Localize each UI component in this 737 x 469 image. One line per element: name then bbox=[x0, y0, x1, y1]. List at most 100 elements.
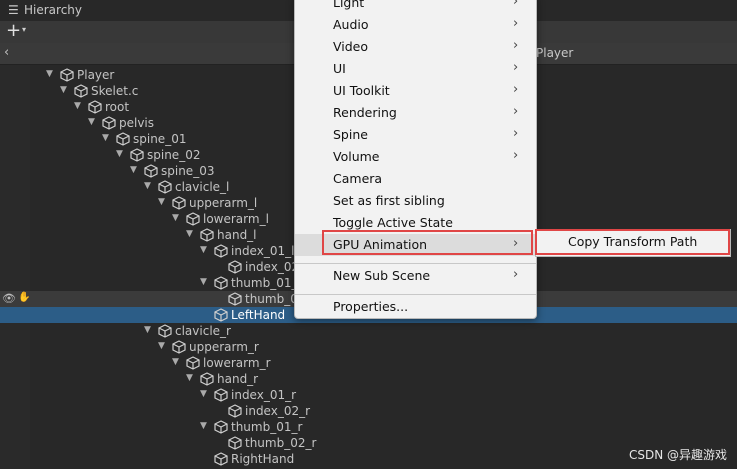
menu-item[interactable]: Properties... bbox=[295, 296, 536, 318]
row-label: LeftHand bbox=[231, 308, 286, 322]
menu-item[interactable]: Camera bbox=[295, 168, 536, 190]
back-arrow-icon[interactable]: ‹ bbox=[4, 45, 9, 60]
hierarchy-row[interactable]: ▼ thumb_01_r bbox=[0, 419, 737, 435]
expand-arrow-icon[interactable]: ▼ bbox=[158, 197, 165, 207]
row-label: spine_02 bbox=[147, 148, 201, 162]
expand-arrow-icon[interactable]: ▼ bbox=[158, 341, 165, 351]
row-label: thumb_02_r bbox=[245, 436, 317, 450]
hamburger-menu-icon[interactable]: ☰ bbox=[8, 3, 19, 17]
row-label: lowerarm_r bbox=[203, 356, 271, 370]
menu-separator bbox=[295, 294, 536, 295]
context-menu: Light › Audio › Video › UI › UI Toolkit › Renderin… bbox=[294, 0, 537, 319]
expand-arrow-icon[interactable]: ▼ bbox=[200, 245, 207, 255]
gameobject-cube-icon bbox=[102, 116, 116, 130]
gameobject-cube-icon bbox=[186, 356, 200, 370]
gameobject-cube-icon bbox=[214, 452, 228, 466]
chevron-down-icon[interactable]: ▾ bbox=[22, 25, 26, 34]
gameobject-cube-icon bbox=[186, 212, 200, 226]
row-label: thumb_01_l bbox=[231, 276, 301, 290]
gameobject-cube-icon bbox=[200, 228, 214, 242]
menu-item[interactable]: UI › bbox=[295, 58, 536, 80]
gameobject-cube-icon bbox=[60, 68, 74, 82]
expand-arrow-icon[interactable]: ▼ bbox=[74, 101, 81, 111]
hierarchy-row[interactable]: ▼ clavicle_r bbox=[0, 323, 737, 339]
row-label: Player bbox=[77, 68, 115, 82]
menu-item-label: Set as first sibling bbox=[333, 193, 445, 208]
window-title: Hierarchy bbox=[24, 3, 83, 17]
expand-arrow-icon[interactable]: ▼ bbox=[116, 149, 123, 159]
submenu-arrow-icon: › bbox=[513, 104, 519, 119]
row-label: Skelet.c bbox=[91, 84, 139, 98]
expand-arrow-icon[interactable]: ▼ bbox=[200, 421, 207, 431]
expand-arrow-icon[interactable]: ▼ bbox=[88, 117, 95, 127]
gameobject-cube-icon bbox=[214, 244, 228, 258]
row-label: hand_l bbox=[217, 228, 257, 242]
gameobject-cube-icon bbox=[130, 148, 144, 162]
menu-item-label: New Sub Scene bbox=[333, 268, 431, 283]
add-icon[interactable]: + bbox=[6, 21, 21, 41]
visibility-eye-icon[interactable]: 👁 bbox=[2, 292, 16, 305]
expand-arrow-icon[interactable]: ▼ bbox=[172, 357, 179, 367]
highlight-box-gpu-animation bbox=[322, 230, 533, 255]
menu-item[interactable]: Set as first sibling bbox=[295, 190, 536, 212]
submenu-arrow-icon: › bbox=[513, 82, 519, 97]
submenu-arrow-icon: › bbox=[513, 16, 519, 31]
row-label: index_02_r bbox=[245, 404, 311, 418]
menu-item[interactable]: Rendering › bbox=[295, 102, 536, 124]
gameobject-cube-icon bbox=[228, 292, 242, 306]
gameobject-cube-icon bbox=[74, 84, 88, 98]
expand-arrow-icon[interactable]: ▼ bbox=[186, 229, 193, 239]
expand-arrow-icon[interactable]: ▼ bbox=[200, 389, 207, 399]
expand-arrow-icon[interactable]: ▼ bbox=[46, 69, 53, 79]
row-label: index_01_l bbox=[231, 244, 295, 258]
menu-item-label: Toggle Active State bbox=[333, 215, 453, 230]
row-label: pelvis bbox=[119, 116, 155, 130]
gameobject-cube-icon bbox=[200, 372, 214, 386]
menu-item-label: Rendering bbox=[333, 105, 397, 120]
menu-item-label: Audio bbox=[333, 17, 369, 32]
expand-arrow-icon[interactable]: ▼ bbox=[102, 133, 109, 143]
submenu-arrow-icon: › bbox=[513, 0, 519, 9]
expand-arrow-icon[interactable]: ▼ bbox=[144, 181, 151, 191]
expand-arrow-icon[interactable]: ▼ bbox=[186, 373, 193, 383]
hierarchy-row[interactable]: ▼ upperarm_r bbox=[0, 339, 737, 355]
menu-item-label: Video bbox=[333, 39, 369, 54]
row-label: clavicle_r bbox=[175, 324, 231, 338]
gameobject-cube-icon bbox=[228, 260, 242, 274]
hierarchy-row[interactable]: thumb_02_r bbox=[0, 435, 737, 451]
submenu-arrow-icon: › bbox=[513, 38, 519, 53]
hierarchy-row[interactable]: ▼ hand_r bbox=[0, 371, 737, 387]
highlight-box-copy-transform-path bbox=[535, 229, 730, 255]
row-label: spine_03 bbox=[161, 164, 215, 178]
hierarchy-row[interactable]: RightHand bbox=[0, 451, 737, 467]
hierarchy-row[interactable]: ▼ lowerarm_r bbox=[0, 355, 737, 371]
menu-item-label: Spine bbox=[333, 127, 368, 142]
expand-arrow-icon[interactable]: ▼ bbox=[144, 325, 151, 335]
menu-item[interactable]: New Sub Scene › bbox=[295, 265, 536, 287]
row-label: RightHand bbox=[231, 452, 295, 466]
expand-arrow-icon[interactable]: ▼ bbox=[60, 85, 67, 95]
menu-item-label: Properties... bbox=[333, 299, 409, 314]
menu-item[interactable]: Volume › bbox=[295, 146, 536, 168]
expand-arrow-icon[interactable]: ▼ bbox=[172, 213, 179, 223]
row-label: upperarm_r bbox=[189, 340, 259, 354]
submenu-arrow-icon: › bbox=[513, 267, 519, 282]
submenu-arrow-icon: › bbox=[513, 126, 519, 141]
watermark: CSDN @异趣游戏 bbox=[628, 448, 727, 462]
gameobject-cube-icon bbox=[172, 340, 186, 354]
menu-item[interactable]: Audio › bbox=[295, 14, 536, 36]
menu-item[interactable]: UI Toolkit › bbox=[295, 80, 536, 102]
pickability-hand-icon[interactable]: ✋ bbox=[18, 292, 30, 303]
hierarchy-row[interactable]: ▼ index_01_r bbox=[0, 387, 737, 403]
menu-item[interactable]: Video › bbox=[295, 36, 536, 58]
gameobject-cube-icon bbox=[228, 404, 242, 418]
menu-item-label: UI bbox=[333, 61, 346, 76]
gameobject-cube-icon bbox=[88, 100, 102, 114]
expand-arrow-icon[interactable]: ▼ bbox=[200, 277, 207, 287]
menu-item[interactable]: Spine › bbox=[295, 124, 536, 146]
row-label: index_02 bbox=[245, 260, 300, 274]
menu-item[interactable]: Light › bbox=[295, 0, 536, 14]
row-label: lowerarm_l bbox=[203, 212, 269, 226]
expand-arrow-icon[interactable]: ▼ bbox=[130, 165, 137, 175]
hierarchy-row[interactable]: index_02_r bbox=[0, 403, 737, 419]
